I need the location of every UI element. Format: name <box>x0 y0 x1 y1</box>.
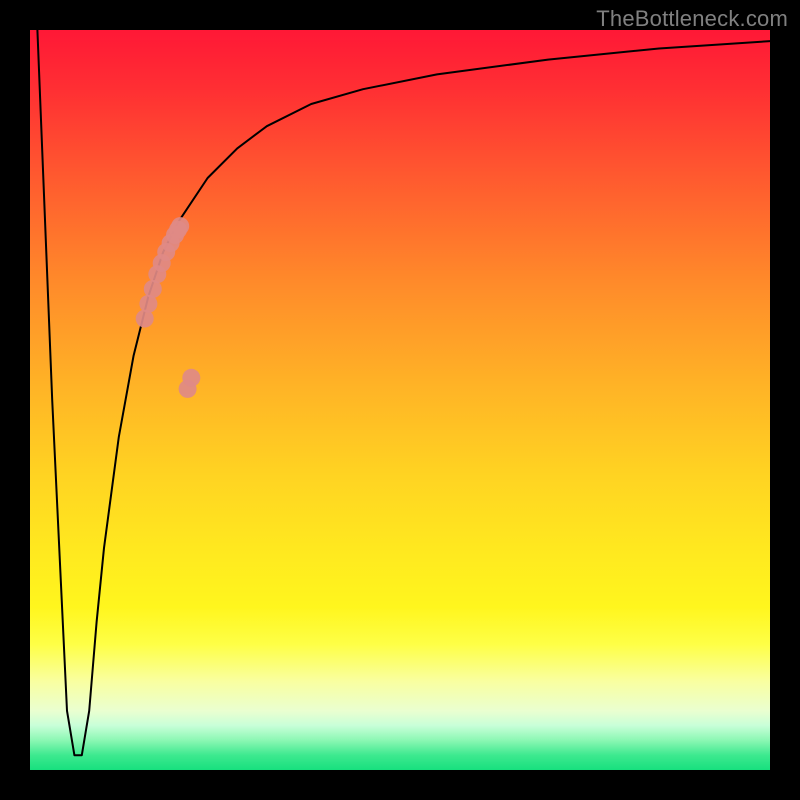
highlight-dots-layer <box>136 217 201 398</box>
chart-stage: TheBottleneck.com <box>0 0 800 800</box>
highlight-dot <box>171 217 189 235</box>
curve-svg <box>30 30 770 770</box>
bottleneck-curve-path <box>37 30 770 755</box>
highlight-dot <box>182 369 200 387</box>
watermark-text: TheBottleneck.com <box>596 6 788 32</box>
plot-area <box>30 30 770 770</box>
curve-layer <box>37 30 770 755</box>
